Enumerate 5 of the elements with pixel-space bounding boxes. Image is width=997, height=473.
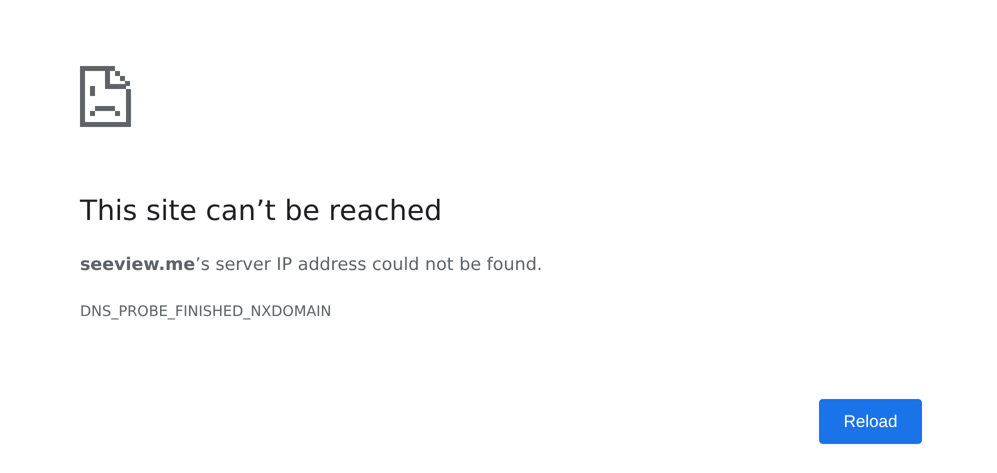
error-message: seeview.me’s server IP address could not be found.: [80, 254, 544, 277]
error-code: DNS_PROBE_FINISHED_NXDOMAIN: [80, 303, 332, 322]
error-heading: This site can’t be reached: [80, 193, 443, 229]
sad-page-icon: [80, 66, 131, 127]
reload-button[interactable]: Reload: [819, 399, 922, 444]
